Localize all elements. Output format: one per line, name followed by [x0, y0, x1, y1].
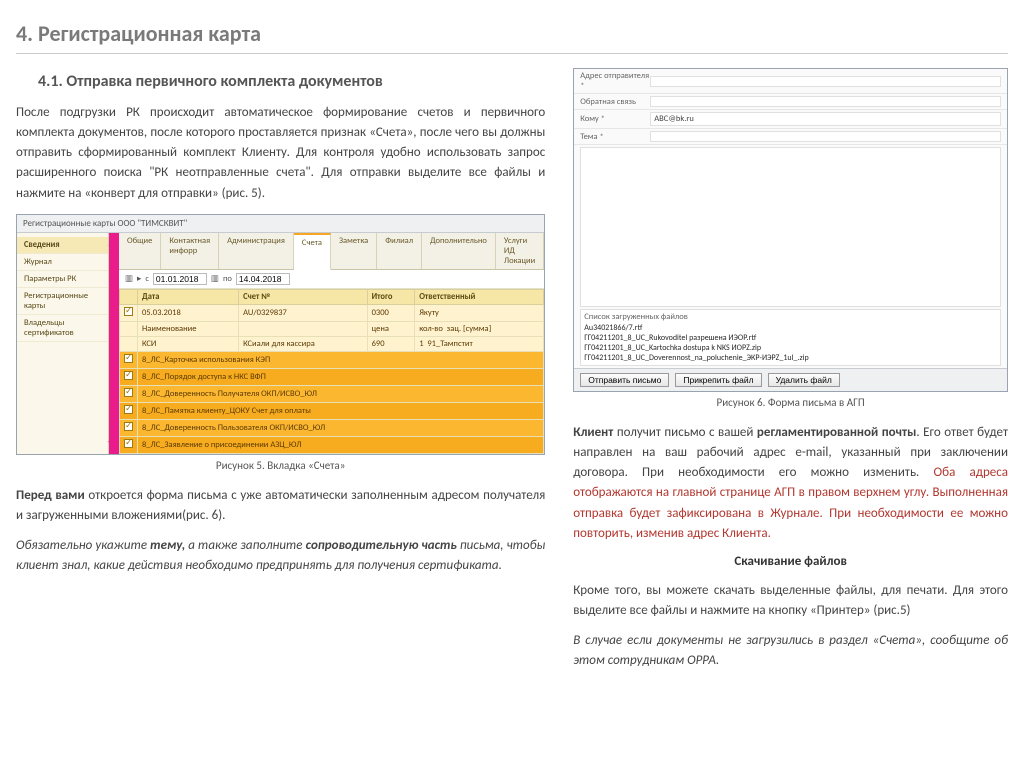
cc-value[interactable]	[650, 96, 1001, 107]
tab[interactable]: Администрация	[219, 233, 294, 269]
figure-5-tabs: Общие Контактная инфорр Администрация Сч…	[119, 233, 544, 270]
section-heading: 4.1. Отправка первичного комплекта докум…	[38, 72, 545, 91]
checkbox-icon[interactable]	[124, 422, 133, 431]
date-from-label: с	[145, 274, 149, 284]
table-row[interactable]: 8_ЛС_Карточка использования КЭП	[120, 351, 544, 368]
to-value[interactable]: ABC@bk.ru	[650, 112, 1001, 126]
col-total: Итого	[367, 289, 415, 304]
checkbox-icon[interactable]	[124, 354, 133, 363]
figure-5-caption: Рисунок 5. Вкладка «Счета»	[16, 459, 545, 472]
attach-button[interactable]: Прикрепить файл	[675, 373, 761, 387]
table-row[interactable]: 8_ЛС_Порядок доступа к НКС ВФП	[120, 368, 544, 385]
table-row[interactable]: 05.03.2018 AU/0329837 0300 Якуту	[120, 304, 544, 321]
attachment-item[interactable]: ГГ04211201_8_UC_Kartochka dostupa k NKS …	[584, 343, 997, 353]
date-to-label: по	[223, 274, 232, 284]
send-button[interactable]: Отправить письмо	[580, 373, 669, 387]
table-row[interactable]: 8_ЛС_Памятка клиенту_ЦОКУ Счет для оплат…	[120, 402, 544, 419]
figure-5-toolbar: ▥▸ с ▥ по	[119, 270, 544, 289]
highlight-arrow-strip	[109, 233, 119, 454]
date-to-input[interactable]	[236, 273, 290, 285]
from-value[interactable]	[650, 76, 1001, 87]
col-date: Дата	[138, 289, 239, 304]
checkbox-icon[interactable]	[124, 371, 133, 380]
date-from-input[interactable]	[153, 273, 207, 285]
right-column: Адрес отправителя * Обратная связь Кому …	[573, 68, 1008, 681]
table-row[interactable]: 8_ЛС_Заявление о присоединении АЗЦ_ЮЛ	[120, 436, 544, 453]
col-account: Счет №	[239, 289, 367, 304]
to-label: Кому *	[580, 114, 650, 124]
subject-label: Тема *	[580, 132, 650, 142]
subject-value[interactable]	[650, 131, 1001, 142]
paragraph-instruction: Обязательно укажите тему, а также заполн…	[16, 536, 545, 576]
cc-label: Обратная связь	[580, 97, 650, 107]
left-column: 4.1. Отправка первичного комплекта докум…	[16, 68, 545, 681]
paragraph-client-mail: Клиент получит письмо с вашей регламенти…	[573, 423, 1008, 544]
tab[interactable]: Заметка	[331, 233, 377, 269]
tab[interactable]: Услуги ИД Локации	[496, 233, 544, 269]
table-subheader: Наименование цена кол-во зац. [сумма]	[120, 321, 544, 336]
figure-5-titlebar: Регистрационные карты ООО "ТИМCКВИТ"	[17, 215, 544, 233]
page-title: 4. Регистрационная карта	[16, 20, 1008, 54]
attachment-item[interactable]: ГГ04211201_8_UC_Rukovoditel разрешена ИЭ…	[584, 333, 997, 343]
paragraph-download: Кроме того, вы можете скачать выделенные…	[573, 581, 1008, 621]
tab-active[interactable]: Счета	[294, 233, 331, 270]
table-row[interactable]: 8_ЛС_Доверенность Получателя ОКП/ИСВО_ЮЛ	[120, 385, 544, 402]
sidebar-item[interactable]: Параметры РК	[17, 271, 108, 288]
attachment-item[interactable]: ГГ04211201_8_UC_Doverennost_na_polucheni…	[584, 353, 997, 363]
paragraph-intro: После подгрузки РК происходит автоматиче…	[16, 103, 545, 204]
attachment-item[interactable]: Au34021866/7.rtf	[584, 323, 997, 333]
checkbox-icon[interactable]	[124, 307, 133, 316]
checkbox-icon[interactable]	[124, 388, 133, 397]
figure-5-screenshot: Регистрационные карты ООО "ТИМCКВИТ" Све…	[16, 214, 545, 455]
tab[interactable]: Филиал	[377, 233, 422, 269]
col-resp: Ответственный	[415, 289, 544, 304]
figure-5-sidebar: Сведения Журнал Параметры РК Регистрацио…	[17, 233, 109, 454]
message-body-area[interactable]	[580, 147, 1001, 307]
sidebar-item[interactable]: Журнал	[17, 254, 108, 271]
paragraph-orra: В случае если документы не загрузились в…	[573, 631, 1008, 671]
sidebar-item[interactable]: Регистрационные карты	[17, 288, 108, 315]
sidebar-item[interactable]: Сведения	[17, 237, 108, 254]
download-heading: Скачивание файлов	[573, 554, 1008, 569]
sidebar-item[interactable]: Владельцы сертификатов	[17, 315, 108, 342]
figure-6-caption: Рисунок 6. Форма письма в АГП	[573, 396, 1008, 409]
checkbox-icon[interactable]	[124, 439, 133, 448]
table-row[interactable]: 8_ЛС_Доверенность Пользователя ОКП/ИСВО_…	[120, 419, 544, 436]
checkbox-icon[interactable]	[124, 405, 133, 414]
attachments-label: Список загруженных файлов	[584, 312, 997, 322]
table-row[interactable]: КСИ КСиали для кассира 690 1 91_Тампстит	[120, 336, 544, 351]
from-label: Адрес отправителя *	[580, 71, 650, 91]
tab[interactable]: Общие	[119, 233, 161, 269]
figure-5-table: Дата Счет № Итого Ответственный 05.03.20…	[119, 289, 544, 454]
tab[interactable]: Дополнительно	[422, 233, 496, 269]
paragraph-form-opens: Перед вами откроется форма письма с уже …	[16, 486, 545, 526]
tab[interactable]: Контактная инфорр	[161, 233, 219, 269]
figure-6-screenshot: Адрес отправителя * Обратная связь Кому …	[573, 68, 1008, 392]
delete-file-button[interactable]: Удалить файл	[768, 373, 840, 387]
attachments-panel: Список загруженных файлов Au34021866/7.r…	[580, 309, 1001, 366]
